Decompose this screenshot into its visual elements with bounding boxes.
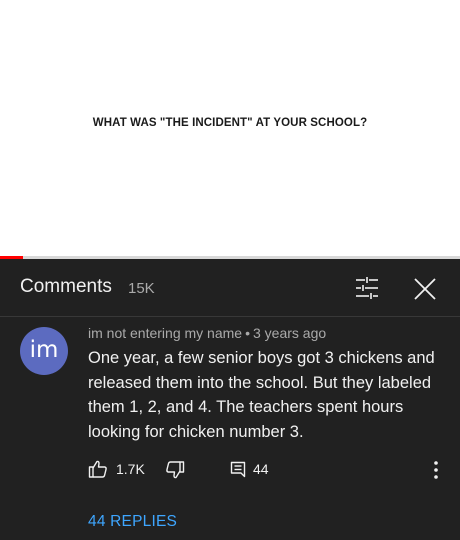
- video-player[interactable]: WHAT WAS "THE INCIDENT" AT YOUR SCHOOL?: [0, 0, 460, 258]
- video-caption: WHAT WAS "THE INCIDENT" AT YOUR SCHOOL?: [92, 117, 368, 129]
- reply-count: 44: [253, 461, 269, 477]
- comment-text: One year, a few senior boys got 3 chicke…: [88, 349, 435, 441]
- comments-count: 15K: [128, 280, 155, 297]
- comment-author[interactable]: im not entering my name: [88, 325, 242, 341]
- comments-panel: Comments 15K im im not entering my name •…: [0, 259, 460, 540]
- view-replies-button[interactable]: 44 REPLIES: [88, 513, 177, 531]
- meta-separator: •: [245, 325, 250, 341]
- avatar[interactable]: im: [20, 327, 68, 375]
- comment-time: 3 years ago: [252, 325, 327, 341]
- more-options-icon[interactable]: [432, 459, 440, 481]
- comments-title: Comments: [20, 276, 112, 297]
- reply-icon[interactable]: [230, 461, 246, 478]
- close-icon[interactable]: [412, 276, 438, 302]
- thumbs-down-icon[interactable]: [165, 460, 185, 480]
- thumbs-up-icon[interactable]: [88, 459, 108, 479]
- comment-meta: im not entering my name • 3 years ago: [88, 325, 326, 341]
- like-count: 1.7K: [116, 461, 145, 477]
- comments-header: Comments 15K: [0, 259, 460, 317]
- comment-actions: 1.7K 44: [88, 459, 448, 481]
- sort-filter-icon[interactable]: [353, 276, 381, 300]
